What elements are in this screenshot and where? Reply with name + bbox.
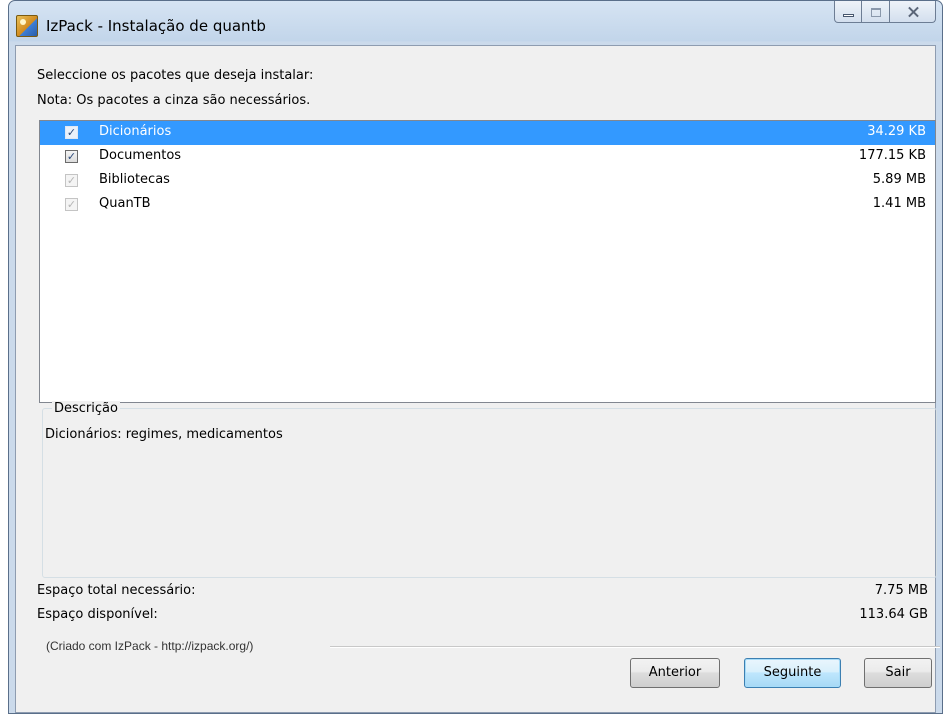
installer-panel: Seleccione os pacotes que deseja instala…	[15, 45, 940, 713]
package-name: Documentos	[99, 148, 182, 163]
instructions-label: Seleccione os pacotes que deseja instala…	[37, 68, 314, 83]
minimize-icon[interactable]	[834, 1, 862, 23]
available-space-label: Espaço disponível:	[37, 607, 158, 622]
package-checkbox[interactable]: ✓	[65, 150, 78, 163]
total-space-value: 7.75 MB	[874, 583, 928, 598]
package-row[interactable]: ✓ Documentos 177.15 KB	[40, 145, 935, 169]
description-legend: Descrição	[52, 401, 120, 416]
title-bar[interactable]: IzPack - Instalação de quantb	[9, 1, 942, 45]
izpack-app-icon	[16, 15, 38, 37]
package-size: 1.41 MB	[872, 196, 926, 211]
package-name: Bibliotecas	[99, 172, 170, 187]
installer-window: IzPack - Instalação de quantb Seleccione…	[8, 0, 943, 714]
package-size: 177.15 KB	[858, 148, 926, 163]
package-size: 34.29 KB	[867, 124, 926, 139]
previous-button[interactable]: Anterior	[630, 658, 720, 688]
window-controls	[834, 1, 936, 23]
maximize-icon[interactable]	[862, 1, 890, 23]
available-space-value: 113.64 GB	[859, 607, 928, 622]
package-size: 5.89 MB	[872, 172, 926, 187]
package-checkbox-disabled: ✓	[65, 174, 78, 187]
description-text: Dicionários: regimes, medicamentos	[45, 427, 283, 442]
package-row[interactable]: ✓ QuanTB 1.41 MB	[40, 193, 935, 217]
package-checkbox[interactable]: ✓	[65, 126, 78, 139]
next-button[interactable]: Seguinte	[744, 658, 841, 688]
total-space-label: Espaço total necessário:	[37, 583, 196, 598]
package-list[interactable]: ✓ Dicionários 34.29 KB ✓ Documentos 177.…	[39, 120, 936, 403]
package-name: Dicionários	[99, 124, 172, 139]
izpack-credit: (Criado com IzPack - http://izpack.org/)	[46, 639, 254, 653]
package-name: QuanTB	[99, 196, 151, 211]
close-icon[interactable]	[890, 1, 936, 23]
footer-divider	[330, 646, 940, 648]
package-row[interactable]: ✓ Dicionários 34.29 KB	[40, 121, 935, 145]
window-title: IzPack - Instalação de quantb	[46, 17, 266, 35]
note-label: Nota: Os pacotes a cinza são necessários…	[37, 93, 311, 108]
package-checkbox-disabled: ✓	[65, 198, 78, 211]
package-row[interactable]: ✓ Bibliotecas 5.89 MB	[40, 169, 935, 193]
quit-button[interactable]: Sair	[864, 658, 932, 688]
